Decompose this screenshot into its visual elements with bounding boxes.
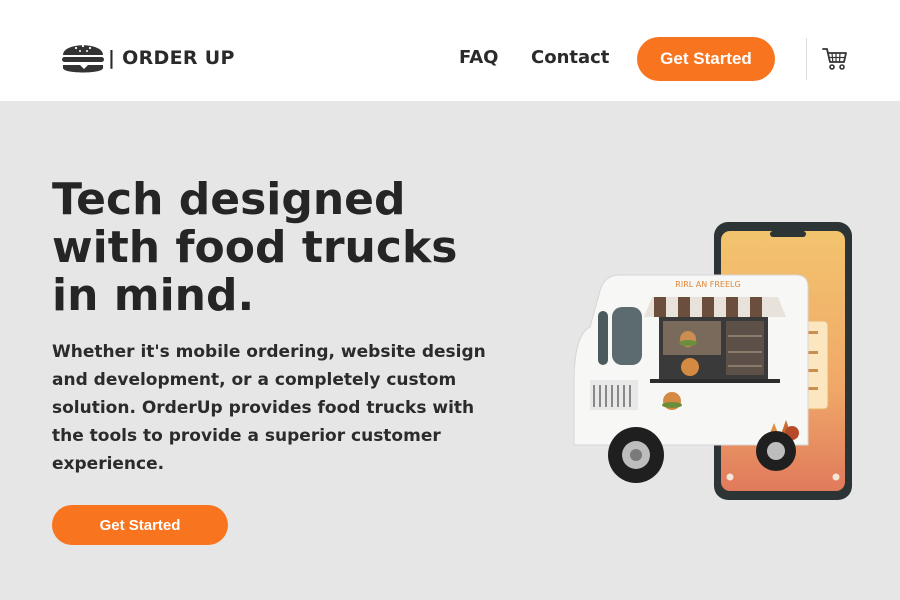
hero-title-line: in mind.: [52, 270, 255, 321]
nav-link-contact[interactable]: Contact: [531, 47, 609, 68]
hero-get-started-button[interactable]: Get Started: [52, 505, 228, 545]
brand-name: | ORDER UP: [108, 47, 235, 69]
navbar: | ORDER UP FAQ Contact Get Started: [0, 0, 900, 101]
nav-link-faq[interactable]: FAQ: [459, 47, 498, 68]
nav-divider: [806, 38, 807, 80]
shopping-cart-icon[interactable]: [822, 47, 848, 71]
hero-title-line: Tech designed: [52, 174, 406, 225]
nav-get-started-button[interactable]: Get Started: [637, 37, 775, 81]
hero-title-line: with food trucks: [52, 222, 458, 273]
brand-logo[interactable]: | ORDER UP: [60, 38, 235, 78]
hero-description: Whether it's mobile ordering, website de…: [52, 342, 486, 474]
hero-title: Tech designed with food trucks in mind.: [52, 176, 457, 320]
food-truck-phone-illustration: RIRL AN FREELG: [560, 215, 860, 510]
truck-sign-text: RIRL AN FREELG: [675, 280, 740, 289]
burger-icon: [62, 44, 104, 73]
